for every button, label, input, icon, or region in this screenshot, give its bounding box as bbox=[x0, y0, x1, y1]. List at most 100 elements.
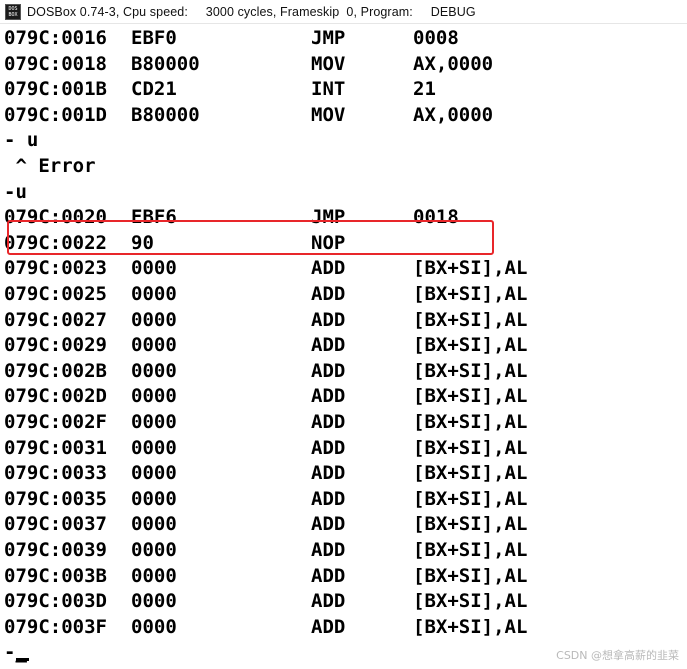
instruction-address: 079C:001D bbox=[4, 103, 107, 126]
instruction-mnemonic: ADD bbox=[311, 487, 346, 510]
instruction-mnemonic: ADD bbox=[311, 334, 346, 357]
instruction-bytes: EBF0 bbox=[131, 27, 177, 49]
instruction-address: 079C:0031 bbox=[4, 436, 107, 459]
instruction-mnemonic: ADD bbox=[311, 539, 346, 561]
window-title: DOSBox 0.74-3, Cpu speed: 3000 cycles, F… bbox=[27, 4, 476, 19]
instruction-bytes: 0000 bbox=[131, 436, 177, 459]
instruction-address: 079C:002B bbox=[4, 359, 107, 382]
instruction-address: 079C:003F bbox=[4, 615, 107, 638]
disasm-row: 079C:0023 0000 ADD [BX+SI],AL bbox=[0, 256, 687, 282]
instruction-mnemonic: ADD bbox=[311, 359, 346, 382]
disasm-row: 079C:0025 0000 ADD [BX+SI],AL bbox=[0, 282, 687, 308]
disasm-row: 079C:002F 0000 ADD [BX+SI],AL bbox=[0, 410, 687, 436]
instruction-address: 079C:003D bbox=[4, 590, 107, 613]
command-line-u: - u bbox=[0, 128, 687, 154]
instruction-bytes: 0000 bbox=[131, 564, 177, 587]
disasm-row: 079C:003D 0000 ADD [BX+SI],AL bbox=[0, 589, 687, 615]
disasm-row: 079C:0037 0000 ADD [BX+SI],AL bbox=[0, 512, 687, 538]
instruction-address: 079C:0035 bbox=[4, 487, 107, 510]
disasm-row: 079C:002B 0000 ADD [BX+SI],AL bbox=[0, 359, 687, 385]
instruction-operand: [BX+SI],AL bbox=[413, 385, 528, 408]
disasm-row: 079C:0029 0000 ADD [BX+SI],AL bbox=[0, 333, 687, 359]
disasm-row: 079C:0039 0000 ADD [BX+SI],AL bbox=[0, 538, 687, 564]
instruction-operand: [BX+SI],AL bbox=[413, 359, 528, 382]
instruction-mnemonic: ADD bbox=[311, 462, 346, 485]
command-prompt-text: -_ bbox=[4, 641, 27, 664]
instruction-bytes: 0000 bbox=[131, 462, 177, 485]
watermark: CSDN @想拿高薪的韭菜 bbox=[556, 649, 679, 662]
disasm-row: 079C:0016 EBF0 JMP 0008 bbox=[0, 26, 687, 52]
disasm-row: 079C:0027 0000 ADD [BX+SI],AL bbox=[0, 308, 687, 334]
instruction-address: 079C:002F bbox=[4, 411, 107, 433]
instruction-bytes: 0000 bbox=[131, 539, 177, 561]
instruction-mnemonic: ADD bbox=[311, 283, 346, 305]
instruction-operand: [BX+SI],AL bbox=[413, 487, 528, 510]
instruction-address: 079C:0029 bbox=[4, 334, 107, 357]
text-cursor bbox=[16, 658, 29, 661]
instruction-address: 079C:0018 bbox=[4, 52, 107, 75]
disasm-row: 079C:003B 0000 ADD [BX+SI],AL bbox=[0, 564, 687, 590]
instruction-operand: [BX+SI],AL bbox=[413, 590, 528, 613]
instruction-mnemonic: ADD bbox=[311, 564, 346, 587]
instruction-address: 079C:0033 bbox=[4, 462, 107, 485]
instruction-mnemonic: ADD bbox=[311, 308, 346, 331]
error-message: ^ Error bbox=[0, 154, 687, 180]
instruction-address: 079C:0016 bbox=[4, 27, 107, 49]
instruction-bytes: B80000 bbox=[131, 103, 200, 126]
instruction-mnemonic: ADD bbox=[311, 411, 346, 433]
instruction-bytes: B80000 bbox=[131, 52, 200, 75]
instruction-operand: [BX+SI],AL bbox=[413, 411, 528, 433]
disasm-row: 079C:002D 0000 ADD [BX+SI],AL bbox=[0, 384, 687, 410]
title-bar[interactable]: DOS BOX DOSBox 0.74-3, Cpu speed: 3000 c… bbox=[0, 0, 687, 24]
disasm-row: 079C:0035 0000 ADD [BX+SI],AL bbox=[0, 487, 687, 513]
instruction-operand: [BX+SI],AL bbox=[413, 283, 528, 305]
instruction-mnemonic: ADD bbox=[311, 436, 346, 459]
error-message-text: ^ Error bbox=[4, 155, 96, 177]
dosbox-app-icon: DOS BOX bbox=[5, 3, 21, 20]
instruction-bytes: 0000 bbox=[131, 385, 177, 408]
instruction-operand: [BX+SI],AL bbox=[413, 334, 528, 357]
instruction-bytes: 0000 bbox=[131, 283, 177, 305]
instruction-mnemonic: MOV bbox=[311, 103, 346, 126]
dos-console[interactable]: 079C:0016 EBF0 JMP 0008 079C:0018 B80000 MOV AX… bbox=[0, 24, 687, 669]
instruction-operand: [BX+SI],AL bbox=[413, 308, 528, 331]
highlight-annotation-box bbox=[7, 220, 494, 255]
instruction-operand: AX,0000 bbox=[413, 103, 494, 126]
instruction-operand: [BX+SI],AL bbox=[413, 539, 528, 561]
disasm-row: 079C:001B CD21 INT 21 bbox=[0, 77, 687, 103]
instruction-mnemonic: ADD bbox=[311, 590, 346, 613]
instruction-operand: [BX+SI],AL bbox=[413, 564, 528, 587]
command-line-u-2-text: -u bbox=[4, 180, 27, 203]
instruction-bytes: 0000 bbox=[131, 590, 177, 613]
instruction-address: 079C:001B bbox=[4, 78, 107, 101]
instruction-bytes: CD21 bbox=[131, 78, 177, 101]
instruction-bytes: 0000 bbox=[131, 308, 177, 331]
icon-text-bottom: BOX bbox=[8, 11, 18, 18]
command-line-u-text: - u bbox=[4, 129, 39, 152]
instruction-mnemonic: INT bbox=[311, 78, 346, 101]
instruction-bytes: 0000 bbox=[131, 359, 177, 382]
instruction-operand: [BX+SI],AL bbox=[413, 257, 528, 280]
instruction-bytes: 0000 bbox=[131, 334, 177, 357]
disasm-row: 079C:001D B80000 MOV AX,0000 bbox=[0, 103, 687, 129]
instruction-bytes: 0000 bbox=[131, 615, 177, 638]
disasm-row: 079C:0018 B80000 MOV AX,0000 bbox=[0, 52, 687, 78]
instruction-bytes: 0000 bbox=[131, 411, 177, 433]
instruction-operand: AX,0000 bbox=[413, 52, 494, 75]
instruction-address: 079C:0037 bbox=[4, 513, 107, 536]
disasm-row: 079C:0031 0000 ADD [BX+SI],AL bbox=[0, 436, 687, 462]
instruction-address: 079C:0039 bbox=[4, 539, 107, 561]
instruction-operand: [BX+SI],AL bbox=[413, 462, 528, 485]
instruction-mnemonic: JMP bbox=[311, 27, 346, 49]
instruction-mnemonic: ADD bbox=[311, 513, 346, 536]
instruction-operand: 21 bbox=[413, 78, 436, 101]
instruction-operand: [BX+SI],AL bbox=[413, 615, 528, 638]
instruction-address: 079C:002D bbox=[4, 385, 107, 408]
command-line-u-2: -u bbox=[0, 180, 687, 206]
disasm-row: 079C:003F 0000 ADD [BX+SI],AL bbox=[0, 615, 687, 641]
instruction-address: 079C:0027 bbox=[4, 308, 107, 331]
instruction-mnemonic: ADD bbox=[311, 615, 346, 638]
instruction-address: 079C:0025 bbox=[4, 283, 107, 305]
instruction-mnemonic: ADD bbox=[311, 257, 346, 280]
instruction-operand: [BX+SI],AL bbox=[413, 513, 528, 536]
